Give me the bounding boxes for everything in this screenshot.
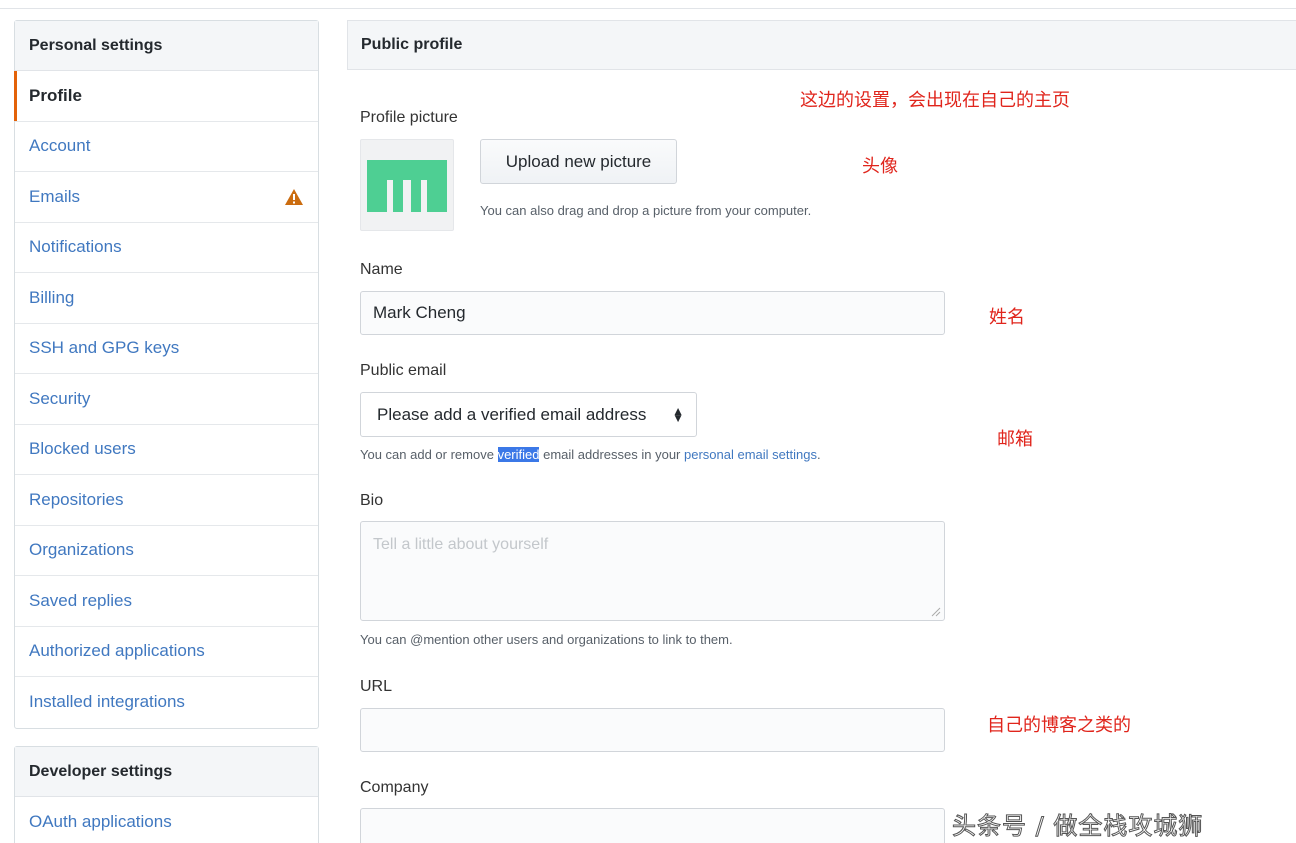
annotation-avatar-note: 头像 xyxy=(862,156,898,177)
bio-label: Bio xyxy=(360,492,384,509)
company-field[interactable] xyxy=(360,808,945,843)
sidebar-item-label: Emails xyxy=(29,186,81,206)
email-hint-text: . xyxy=(816,447,821,462)
personal-settings-menu: Personal settings Profile Account Emails… xyxy=(14,20,319,729)
sidebar-item-label: Profile xyxy=(29,85,82,105)
profile-picture-label: Profile picture xyxy=(360,109,458,126)
sidebar-item-label: Saved replies xyxy=(29,590,133,610)
sidebar-item-label: Billing xyxy=(29,287,75,307)
public-email-select[interactable]: Please add a verified email address ▲ ▼ xyxy=(360,392,697,437)
upload-picture-button[interactable]: Upload new picture xyxy=(480,139,677,184)
sidebar-item-repositories[interactable]: Repositories xyxy=(15,475,318,526)
sidebar-item-label: Installed integrations xyxy=(29,692,185,712)
sidebar-item-label: Security xyxy=(29,388,91,408)
sidebar-item-billing[interactable]: Billing xyxy=(15,273,318,324)
sidebar-item-label: OAuth applications xyxy=(29,812,172,832)
url-label: URL xyxy=(360,678,393,695)
sidebar-item-organizations[interactable]: Organizations xyxy=(15,526,318,576)
name-label: Name xyxy=(360,261,403,278)
annotation-url-note: 自己的博客之类的 xyxy=(987,715,1131,736)
email-hint-highlight: verified xyxy=(497,447,540,462)
sidebar-item-label: SSH and GPG keys xyxy=(29,338,180,358)
identicon-icon xyxy=(367,160,447,212)
sidebar-item-label: Notifications xyxy=(29,237,122,257)
annotation-email-note: 邮箱 xyxy=(997,429,1033,450)
watermark: 头条号 / 做全栈攻城狮 xyxy=(951,812,1204,841)
sidebar-item-label: Authorized applications xyxy=(29,641,205,661)
annotation-name-note: 姓名 xyxy=(989,307,1025,328)
warning-icon xyxy=(284,188,304,206)
bio-hint: You can @mention other users and organiz… xyxy=(360,632,733,647)
picture-hint: You can also drag and drop a picture fro… xyxy=(480,203,812,218)
email-hint-text: You can add or remove xyxy=(360,447,498,462)
company-label: Company xyxy=(360,779,429,796)
developer-settings-heading: Developer settings xyxy=(15,747,318,797)
sidebar-item-profile[interactable]: Profile xyxy=(14,71,318,122)
sidebar-item-authorized-applications[interactable]: Authorized applications xyxy=(15,627,318,677)
annotation-settings-note: 这边的设置，会出现在自己的主页 xyxy=(800,90,1070,111)
resize-grip-icon[interactable] xyxy=(929,605,941,617)
personal-email-settings-link[interactable]: personal email settings xyxy=(684,447,817,462)
sidebar-item-emails[interactable]: Emails xyxy=(15,172,318,223)
bio-textarea[interactable] xyxy=(360,521,945,621)
sidebar-item-ssh-gpg-keys[interactable]: SSH and GPG keys xyxy=(15,324,318,374)
personal-settings-heading: Personal settings xyxy=(15,21,318,71)
sidebar-item-security[interactable]: Security xyxy=(15,374,318,425)
select-arrows-icon: ▲ ▼ xyxy=(672,403,684,425)
sidebar-item-saved-replies[interactable]: Saved replies xyxy=(15,576,318,627)
avatar[interactable] xyxy=(360,139,454,231)
email-hint-text: email addresses in your xyxy=(539,447,684,462)
sidebar-item-oauth-applications[interactable]: OAuth applications xyxy=(15,797,318,843)
sidebar-item-label: Organizations xyxy=(29,540,134,560)
url-field[interactable] xyxy=(360,708,945,752)
sidebar-item-installed-integrations[interactable]: Installed integrations xyxy=(15,677,318,728)
sidebar-item-label: Repositories xyxy=(29,489,124,509)
email-hint: You can add or remove verified email add… xyxy=(360,447,821,462)
name-field[interactable] xyxy=(360,291,945,335)
top-divider xyxy=(0,8,1296,9)
public-email-label: Public email xyxy=(360,362,447,379)
sidebar-item-notifications[interactable]: Notifications xyxy=(15,223,318,273)
page-title: Public profile xyxy=(347,20,1296,70)
developer-settings-menu: Developer settings OAuth applications xyxy=(14,746,319,843)
sidebar-item-label: Blocked users xyxy=(29,439,136,459)
public-email-selected: Please add a verified email address xyxy=(377,404,647,424)
sidebar-item-account[interactable]: Account xyxy=(15,122,318,172)
sidebar-item-blocked-users[interactable]: Blocked users xyxy=(15,425,318,475)
sidebar-item-label: Account xyxy=(29,136,91,156)
